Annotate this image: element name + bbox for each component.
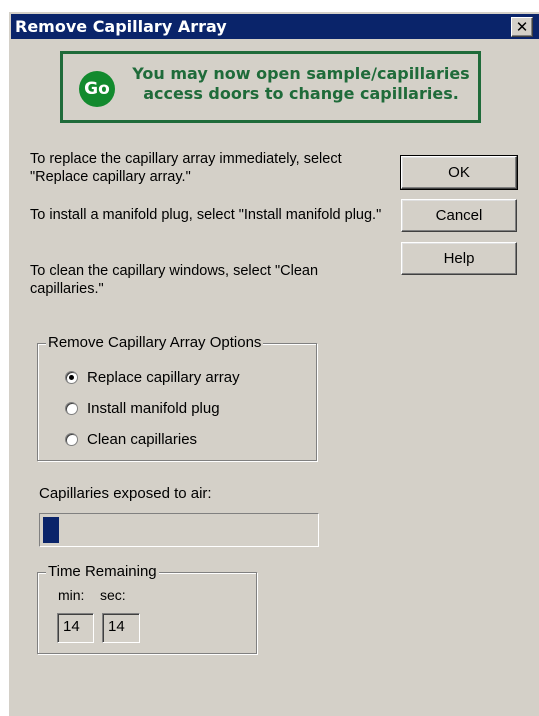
radio-button[interactable] [65, 433, 78, 446]
status-banner: Go You may now open sample/capillaries a… [60, 51, 481, 123]
exposure-label: Capillaries exposed to air: [39, 485, 212, 502]
banner-message: You may now open sample/capillaries acce… [132, 64, 470, 103]
remove-capillary-array-dialog: Remove Capillary Array ✕ Go You may now … [8, 11, 539, 716]
progress-fill [43, 517, 59, 543]
close-button[interactable]: ✕ [511, 17, 533, 37]
radio-clean-capillaries[interactable]: Clean capillaries [65, 431, 197, 448]
help-button[interactable]: Help [401, 242, 517, 275]
instruction-replace: To replace the capillary array immediate… [30, 151, 342, 185]
close-icon: ✕ [515, 18, 529, 36]
seconds-label: sec: [100, 587, 126, 603]
radio-label: Install manifold plug [87, 400, 220, 417]
seconds-field: 14 [102, 613, 140, 643]
instruction-manifold: To install a manifold plug, select "Inst… [30, 207, 382, 223]
window-title: Remove Capillary Array [15, 17, 227, 36]
radio-install-manifold-plug[interactable]: Install manifold plug [65, 400, 220, 417]
radio-button[interactable] [65, 371, 78, 384]
minutes-field: 14 [57, 613, 94, 643]
time-remaining-title: Time Remaining [46, 563, 159, 580]
exposure-progress-bar [39, 513, 319, 547]
radio-label: Replace capillary array [87, 369, 240, 386]
options-group-title: Remove Capillary Array Options [46, 334, 264, 351]
radio-selected-dot [69, 375, 74, 380]
minutes-label: min: [58, 587, 85, 603]
title-bar[interactable]: Remove Capillary Array ✕ [11, 14, 539, 39]
radio-label: Clean capillaries [87, 431, 198, 448]
options-group: Remove Capillary Array Options Replace c… [37, 334, 317, 461]
radio-button[interactable] [65, 402, 78, 415]
radio-replace-capillary-array[interactable]: Replace capillary array [65, 369, 240, 386]
instruction-clean: To clean the capillary windows, select "… [30, 263, 319, 297]
ok-button[interactable]: OK [400, 155, 518, 190]
go-icon: Go [79, 71, 115, 107]
cancel-button[interactable]: Cancel [401, 199, 517, 232]
